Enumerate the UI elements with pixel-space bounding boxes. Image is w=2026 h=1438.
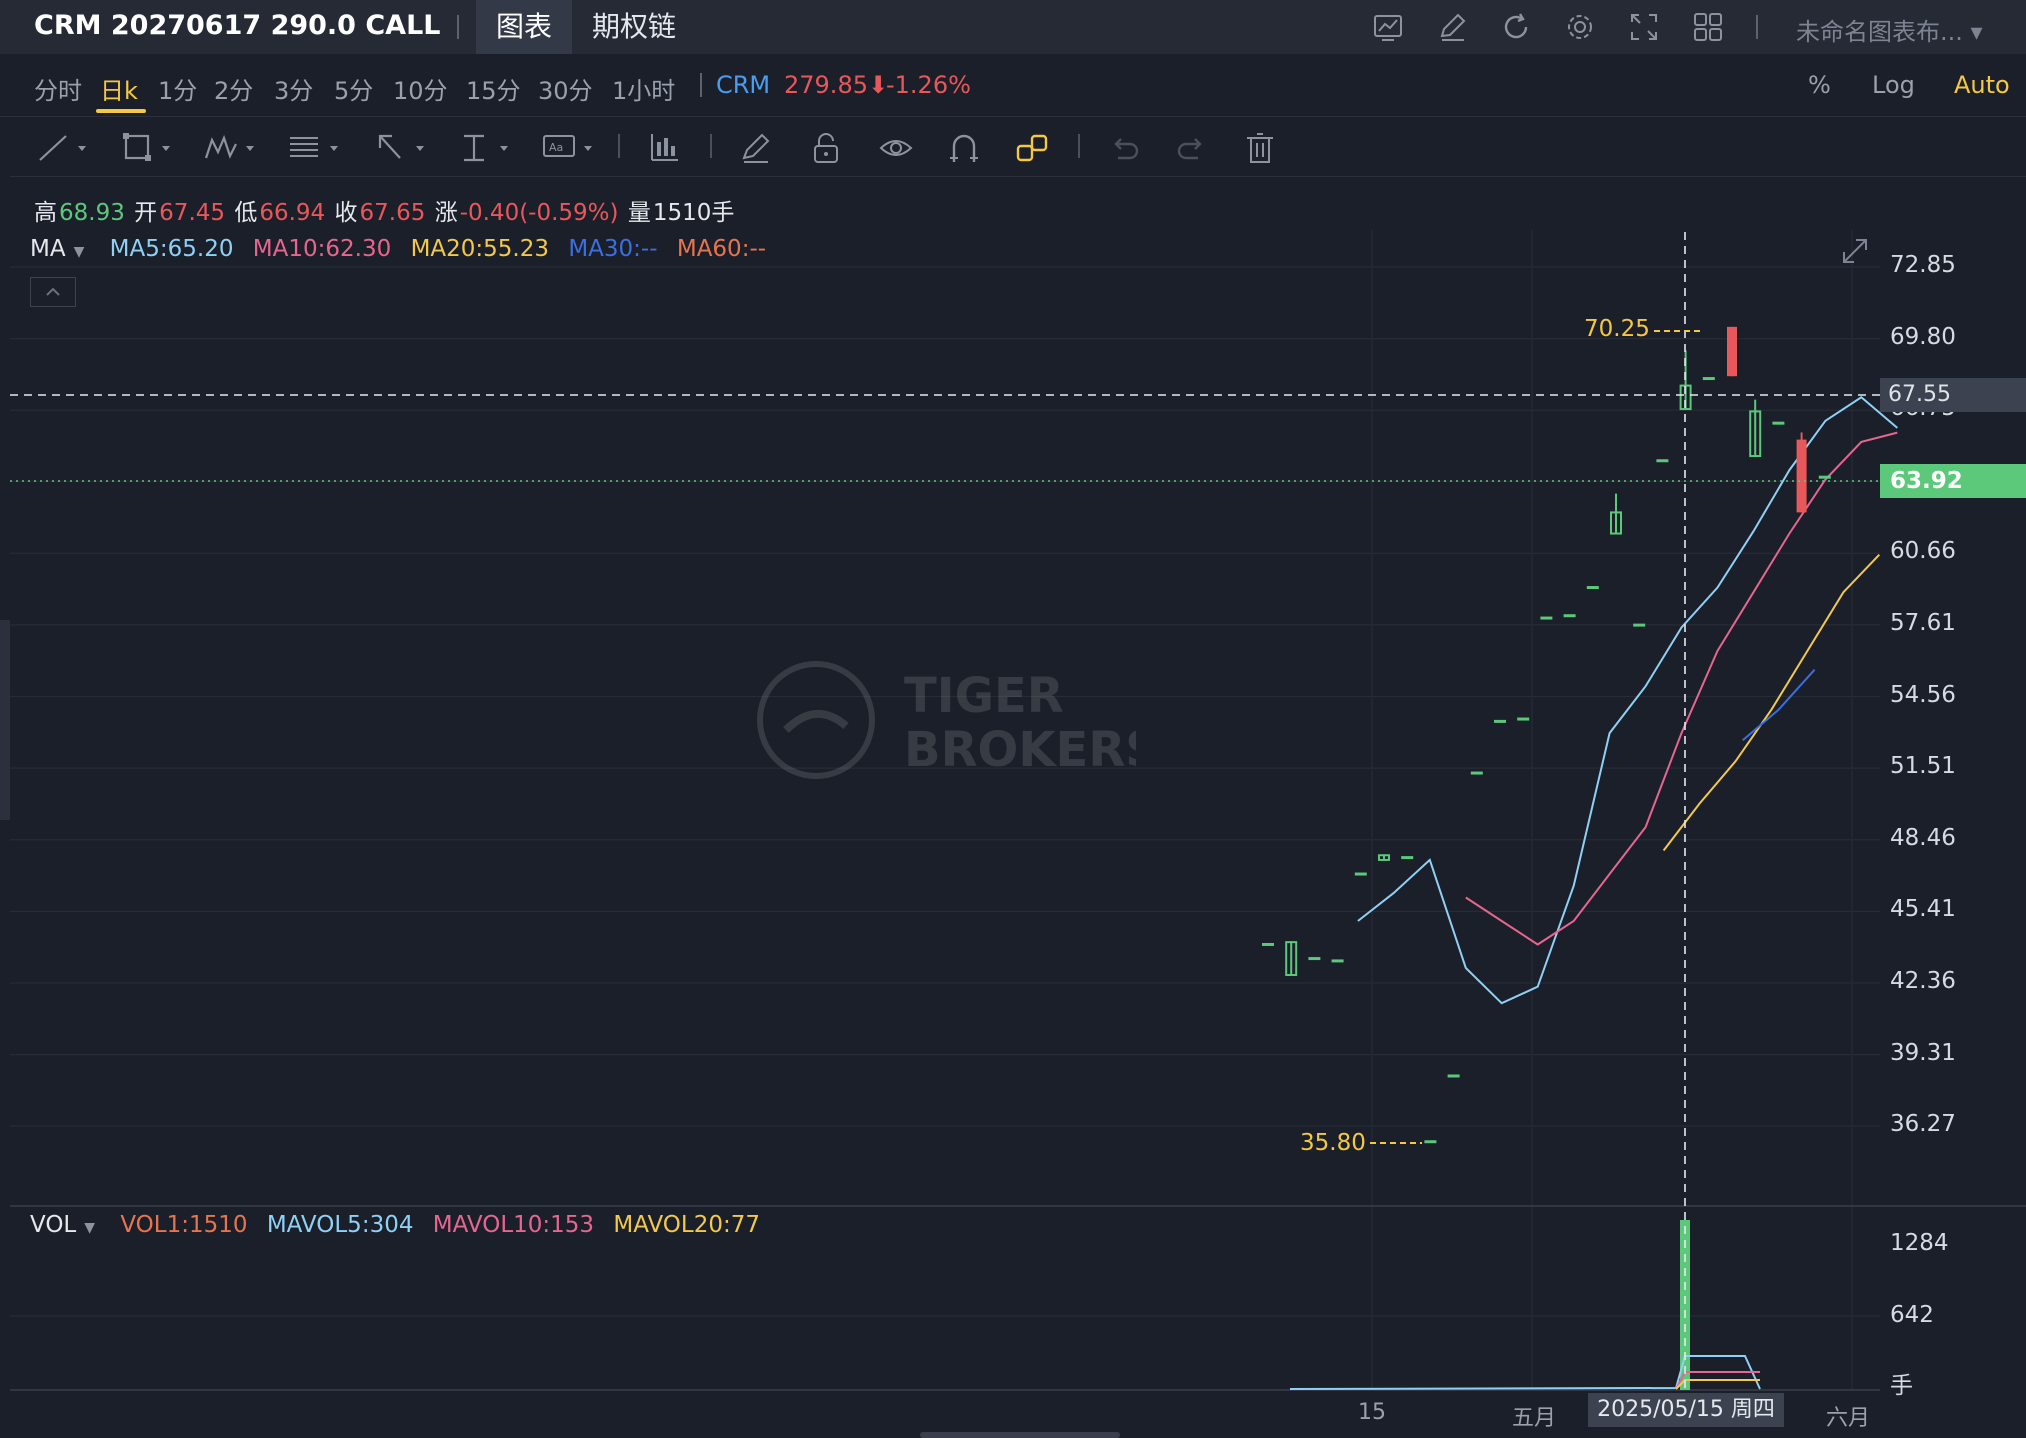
price-axis-label: 39.31	[1890, 1039, 1956, 1066]
ma30-line	[1742, 669, 1816, 741]
lowest-price-label: 35.80	[1300, 1130, 1366, 1156]
crosshair-price-badge: 67.55	[1880, 378, 2026, 412]
candle-body	[1796, 439, 1807, 513]
moving-averages	[1357, 396, 1898, 1005]
price-axis-label: 48.46	[1890, 824, 1956, 851]
open-value: 67.45	[159, 200, 226, 226]
mavol5-value: MAVOL5:304	[266, 1212, 414, 1238]
price-axis-label: 60.66	[1890, 538, 1956, 565]
ma5-line	[1357, 396, 1898, 1005]
price-axis-label: 51.51	[1890, 753, 1956, 780]
volume-bars	[1289, 1220, 1761, 1390]
high-value: 68.93	[59, 200, 125, 226]
ma20-line	[1662, 554, 1881, 852]
ma60-value: MA60:--	[676, 236, 767, 262]
collapse-legend-button[interactable]	[30, 277, 76, 307]
volume-legend: VOL ▼ VOL1:1510 MAVOL5:304 MAVOL10:153 MA…	[30, 1212, 760, 1238]
ma5-value: MA5:65.20	[109, 236, 234, 262]
volume-label: 量	[627, 200, 651, 226]
candle-body	[1727, 326, 1737, 377]
ma10-line	[1465, 431, 1898, 946]
ma10-value: MA10:62.30	[252, 236, 392, 262]
expand-icon[interactable]	[1840, 236, 1870, 266]
price-axis-label: 69.80	[1890, 323, 1956, 350]
close-label: 收	[334, 200, 358, 226]
price-axis-label: 54.56	[1890, 681, 1956, 708]
mavol20-value: MAVOL20:77	[613, 1212, 761, 1238]
volume-unit-label: 手	[1890, 1373, 1913, 1399]
caret-down-icon[interactable]: ▼	[74, 244, 85, 260]
change-label: 涨	[434, 200, 458, 226]
vol1-value: VOL1:1510	[120, 1212, 248, 1238]
change-value: -0.40(-0.59%)	[459, 200, 619, 226]
x-axis-label: 15	[1358, 1400, 1386, 1425]
vol-dropdown[interactable]: VOL	[30, 1212, 76, 1238]
volume-axis-label: 1284	[1890, 1230, 1949, 1256]
price-axis-label: 45.41	[1890, 896, 1956, 923]
price-axis-label: 42.36	[1890, 967, 1956, 994]
current-price-badge: 63.92	[1880, 464, 2026, 498]
volume-axis-label: 642	[1890, 1302, 1934, 1328]
ma20-value: MA20:55.23	[410, 236, 550, 262]
close-value: 67.65	[359, 200, 426, 226]
tiger-brokers-watermark: TIGER BROKERS	[757, 661, 1136, 779]
ma-dropdown[interactable]: MA	[30, 236, 66, 262]
ma-legend: MA ▼ MA5:65.20 MA10:62.30 MA20:55.23 MA30…	[30, 236, 766, 262]
svg-text:BROKERS: BROKERS	[904, 722, 1136, 778]
ohlc-info: 高68.93 开67.45 低66.94 收67.65 涨-0.40(-0.59…	[34, 193, 736, 227]
volume-value: 1510手	[652, 200, 735, 226]
low-value: 66.94	[259, 200, 326, 226]
svg-text:TIGER: TIGER	[904, 668, 1064, 724]
low-label: 低	[234, 200, 258, 226]
chevron-up-icon	[46, 287, 60, 296]
x-axis-label: 五月	[1512, 1406, 1557, 1431]
mavol10-value: MAVOL10:153	[432, 1212, 595, 1238]
highest-price-label: 70.25	[1584, 316, 1650, 342]
crosshair-date-badge: 2025/05/15 周四	[1588, 1393, 1784, 1427]
price-axis-label: 36.27	[1890, 1111, 1956, 1137]
x-axis-label: 六月	[1826, 1406, 1871, 1431]
price-axis-label: 72.85	[1890, 252, 1956, 278]
candlesticks	[1262, 326, 1831, 1144]
ma30-value: MA30:--	[568, 236, 658, 262]
price-axis-label: 57.61	[1890, 609, 1956, 636]
side-panel-handle[interactable]	[0, 620, 10, 820]
scrollbar-thumb[interactable]	[920, 1432, 1120, 1438]
caret-down-icon[interactable]: ▼	[84, 1220, 95, 1236]
high-label: 高	[34, 200, 57, 226]
open-label: 开	[134, 200, 158, 226]
